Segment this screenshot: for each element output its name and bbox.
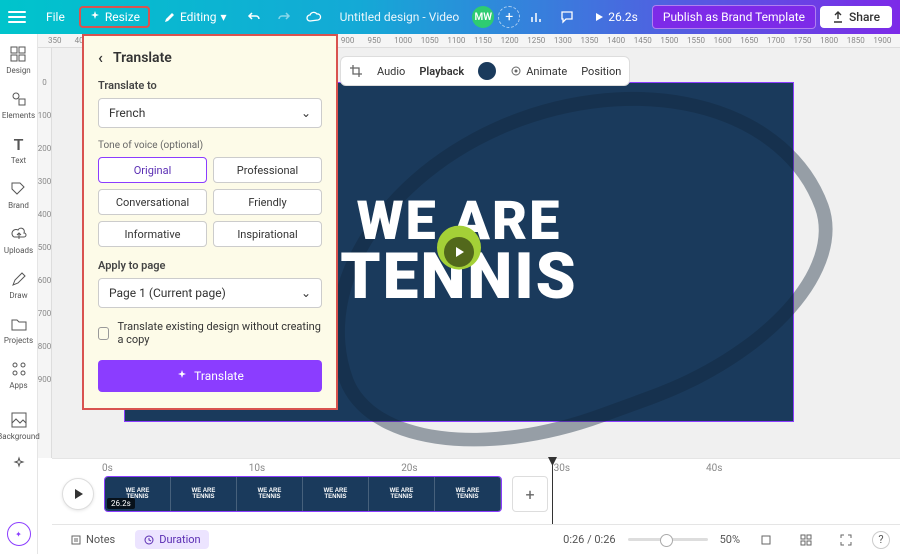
share-button[interactable]: Share	[820, 6, 892, 28]
clip-duration-badge: 26.2s	[107, 498, 135, 509]
tone-inspirational[interactable]: Inspirational	[213, 221, 322, 247]
chevron-down-icon: ⌄	[301, 286, 311, 300]
sidebar-projects[interactable]: Projects	[4, 312, 33, 347]
sidebar-design[interactable]: Design	[6, 42, 30, 77]
zoom-value: 50%	[720, 533, 740, 546]
assistant-button[interactable]: ✦	[7, 522, 31, 546]
sidebar-elements[interactable]: Elements	[2, 87, 35, 122]
notes-icon	[70, 534, 82, 546]
tone-friendly[interactable]: Friendly	[213, 189, 322, 215]
left-sidebar: Design Elements TText Brand Uploads Draw…	[0, 34, 38, 554]
back-button[interactable]: ‹	[98, 48, 103, 67]
play-icon	[453, 246, 465, 258]
pencil-icon	[164, 11, 176, 23]
fullscreen-icon[interactable]	[832, 531, 860, 549]
canvas-play-button[interactable]	[444, 237, 474, 267]
clip-thumbnail: WE ARETENNIS	[435, 477, 501, 511]
audio-button[interactable]: Audio	[377, 65, 405, 78]
analytics-icon[interactable]	[524, 4, 550, 30]
time-display: 0:26 / 0:26	[563, 533, 615, 546]
preview-play-button[interactable]: 26.2s	[584, 7, 648, 27]
position-button[interactable]: Position	[581, 65, 621, 78]
bottom-bar: Notes Duration 0:26 / 0:26 50% ?	[52, 524, 900, 554]
clip-thumbnail: WE ARETENNIS	[237, 477, 303, 511]
publish-button[interactable]: Publish as Brand Template	[652, 5, 816, 29]
checkbox[interactable]	[98, 327, 109, 340]
sidebar-background[interactable]: Background	[0, 408, 40, 443]
document-title[interactable]: Untitled design - Video	[331, 10, 469, 24]
duration-button[interactable]: Duration	[135, 530, 208, 549]
play-icon	[72, 488, 84, 500]
translate-button[interactable]: Translate	[98, 360, 322, 392]
sidebar-apps[interactable]: Apps	[9, 357, 29, 392]
sidebar-brand[interactable]: Brand	[8, 177, 29, 212]
tone-label: Tone of voice (optional)	[98, 140, 322, 151]
add-collaborator-button[interactable]: +	[498, 6, 520, 28]
zoom-slider[interactable]	[628, 538, 708, 541]
chevron-down-icon: ⌄	[301, 106, 311, 120]
comment-icon[interactable]	[554, 4, 580, 30]
sidebar-magic[interactable]	[9, 453, 29, 477]
sidebar-draw[interactable]: Draw	[9, 267, 29, 302]
file-menu[interactable]: File	[36, 6, 75, 28]
chevron-down-icon: ▾	[221, 10, 227, 24]
tone-professional[interactable]: Professional	[213, 157, 322, 183]
top-bar: File Resize Editing ▾ Untitled design - …	[0, 0, 900, 34]
grid-view-icon[interactable]	[792, 531, 820, 549]
copy-checkbox-row[interactable]: Translate existing design without creati…	[98, 320, 322, 346]
clip-thumbnail: WE ARETENNIS	[171, 477, 237, 511]
tone-informative[interactable]: Informative	[98, 221, 207, 247]
upload-icon	[832, 11, 844, 23]
sidebar-text[interactable]: TText	[9, 132, 29, 167]
apply-to-page-label: Apply to page	[98, 259, 322, 272]
playback-button[interactable]: Playback	[419, 65, 464, 78]
menu-icon[interactable]	[8, 11, 26, 23]
fit-icon[interactable]	[752, 531, 780, 549]
timeline-play-button[interactable]	[62, 478, 94, 510]
translate-panel: ‹ Translate Translate to French⌄ Tone of…	[82, 34, 338, 410]
context-toolbar: Audio Playback Animate Position	[340, 56, 630, 86]
sparkle-icon	[176, 370, 188, 382]
sidebar-uploads[interactable]: Uploads	[4, 222, 33, 257]
editing-menu[interactable]: Editing ▾	[154, 6, 237, 28]
clip-thumbnail: WE ARETENNIS	[303, 477, 369, 511]
undo-button[interactable]	[241, 4, 267, 30]
add-clip-button[interactable]: +	[512, 476, 548, 512]
playhead[interactable]	[552, 459, 553, 524]
color-swatch[interactable]	[478, 62, 496, 80]
crop-icon[interactable]	[349, 64, 363, 78]
notes-button[interactable]: Notes	[62, 530, 123, 549]
apply-page-select[interactable]: Page 1 (Current page)⌄	[98, 278, 322, 308]
help-icon[interactable]: ?	[872, 531, 890, 549]
language-select[interactable]: French⌄	[98, 98, 322, 128]
sparkle-icon	[89, 11, 101, 23]
timeline: 0s10s20s30s40s 26.2s WE ARETENNISWE ARET…	[52, 458, 900, 524]
video-clip[interactable]: 26.2s WE ARETENNISWE ARETENNISWE ARETENN…	[104, 476, 502, 512]
avatar[interactable]: MW	[472, 6, 494, 28]
vertical-ruler: 0100200300400500600700800900	[38, 48, 52, 458]
tone-conversational[interactable]: Conversational	[98, 189, 207, 215]
clip-thumbnail: WE ARETENNIS	[369, 477, 435, 511]
animate-icon	[510, 65, 522, 77]
clock-icon	[143, 534, 155, 546]
panel-title: Translate	[113, 50, 172, 66]
resize-menu[interactable]: Resize	[79, 6, 150, 28]
animate-button[interactable]: Animate	[510, 65, 567, 78]
translate-to-label: Translate to	[98, 79, 322, 92]
redo-button[interactable]	[271, 4, 297, 30]
play-icon	[594, 12, 604, 22]
tone-original[interactable]: Original	[98, 157, 207, 183]
cloud-sync-icon[interactable]	[301, 4, 327, 30]
